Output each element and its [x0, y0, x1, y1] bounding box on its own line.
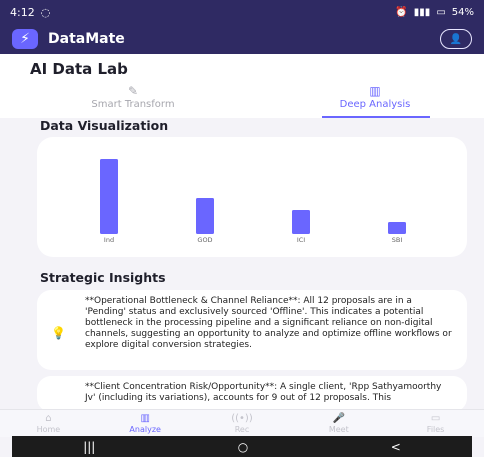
chart-bar	[196, 198, 214, 234]
app-bar: ⚡ DataMate 👤	[0, 24, 484, 54]
chart-tick-label: SBI	[392, 236, 403, 244]
back-button[interactable]: <	[391, 440, 401, 454]
profile-button[interactable]: 👤	[440, 29, 472, 49]
bottom-navigation: ⌂ Home ▥ Analyze ((•)) Rec 🎤 Meet ▭ File…	[0, 409, 484, 437]
home-system-button[interactable]: ○	[238, 440, 248, 454]
whatsapp-icon: ◌	[40, 5, 51, 19]
active-tab-indicator	[322, 116, 430, 118]
flash-logo-icon: ⚡	[12, 29, 38, 49]
page-header: AI Data Lab ✎ Smart Transform ▥ Deep Ana…	[0, 54, 484, 118]
insight-card: **Client Concentration Risk/Opportunity*…	[37, 376, 467, 412]
page-title: AI Data Lab	[30, 60, 128, 78]
lightbulb-icon: 💡	[51, 326, 66, 340]
edit-icon: ✎	[127, 84, 139, 98]
chart-bar	[292, 210, 310, 234]
chart-tick-label: Ind	[104, 236, 114, 244]
user-icon: 👤	[449, 33, 463, 45]
chart-tick-label: GOD	[197, 236, 212, 244]
battery-level: 54%	[451, 6, 474, 18]
chart-bar	[100, 159, 118, 234]
broadcast-icon: ((•))	[231, 413, 253, 424]
nav-home[interactable]: ⌂ Home	[0, 410, 97, 437]
bar-chart: Ind GOD ICI SBI	[100, 159, 406, 244]
insights-title: Strategic Insights	[40, 270, 166, 285]
nav-label-files: Files	[426, 425, 445, 434]
mic-icon: 🎤	[332, 413, 346, 424]
insight-text: **Client Concentration Risk/Opportunity*…	[85, 382, 442, 403]
chart-tick-label: ICI	[297, 236, 305, 244]
battery-icon: ▭	[436, 6, 446, 18]
status-time: 4:12	[10, 5, 35, 19]
alarm-icon: ⏰	[395, 6, 408, 18]
nav-label-analyze: Analyze	[129, 425, 161, 434]
tab-smart-transform[interactable]: ✎ Smart Transform	[48, 84, 218, 110]
nav-label-rec: Rec	[234, 425, 250, 434]
tab-label-deep-analysis: Deep Analysis	[339, 99, 411, 110]
signal-icon: ▮▮▮	[413, 6, 431, 18]
nav-meet[interactable]: 🎤 Meet	[290, 410, 387, 437]
home-icon: ⌂	[45, 413, 52, 424]
nav-label-meet: Meet	[328, 425, 349, 434]
system-navigation-bar: ||| ○ <	[12, 436, 472, 457]
analyze-icon: ▥	[140, 413, 150, 424]
chart-card: Ind GOD ICI SBI	[37, 137, 467, 257]
nav-label-home: Home	[36, 425, 61, 434]
tab-deep-analysis[interactable]: ▥ Deep Analysis	[290, 84, 460, 110]
chart-bar	[388, 222, 406, 234]
insight-text: **Operational Bottleneck & Channel Relia…	[85, 296, 452, 350]
folder-icon: ▭	[430, 413, 441, 424]
nav-analyze[interactable]: ▥ Analyze	[97, 410, 194, 437]
nav-rec[interactable]: ((•)) Rec	[194, 410, 291, 437]
nav-files[interactable]: ▭ Files	[387, 410, 484, 437]
app-title: DataMate	[48, 31, 125, 47]
visualization-title: Data Visualization	[40, 118, 169, 133]
insight-card: 💡 **Operational Bottleneck & Channel Rel…	[37, 290, 467, 370]
status-bar: 4:12 ◌ ⏰ ▮▮▮ ▭ 54%	[0, 0, 484, 24]
recent-apps-button[interactable]: |||	[83, 440, 95, 454]
bar-chart-icon: ▥	[369, 84, 381, 98]
tab-label-smart-transform: Smart Transform	[91, 99, 175, 110]
